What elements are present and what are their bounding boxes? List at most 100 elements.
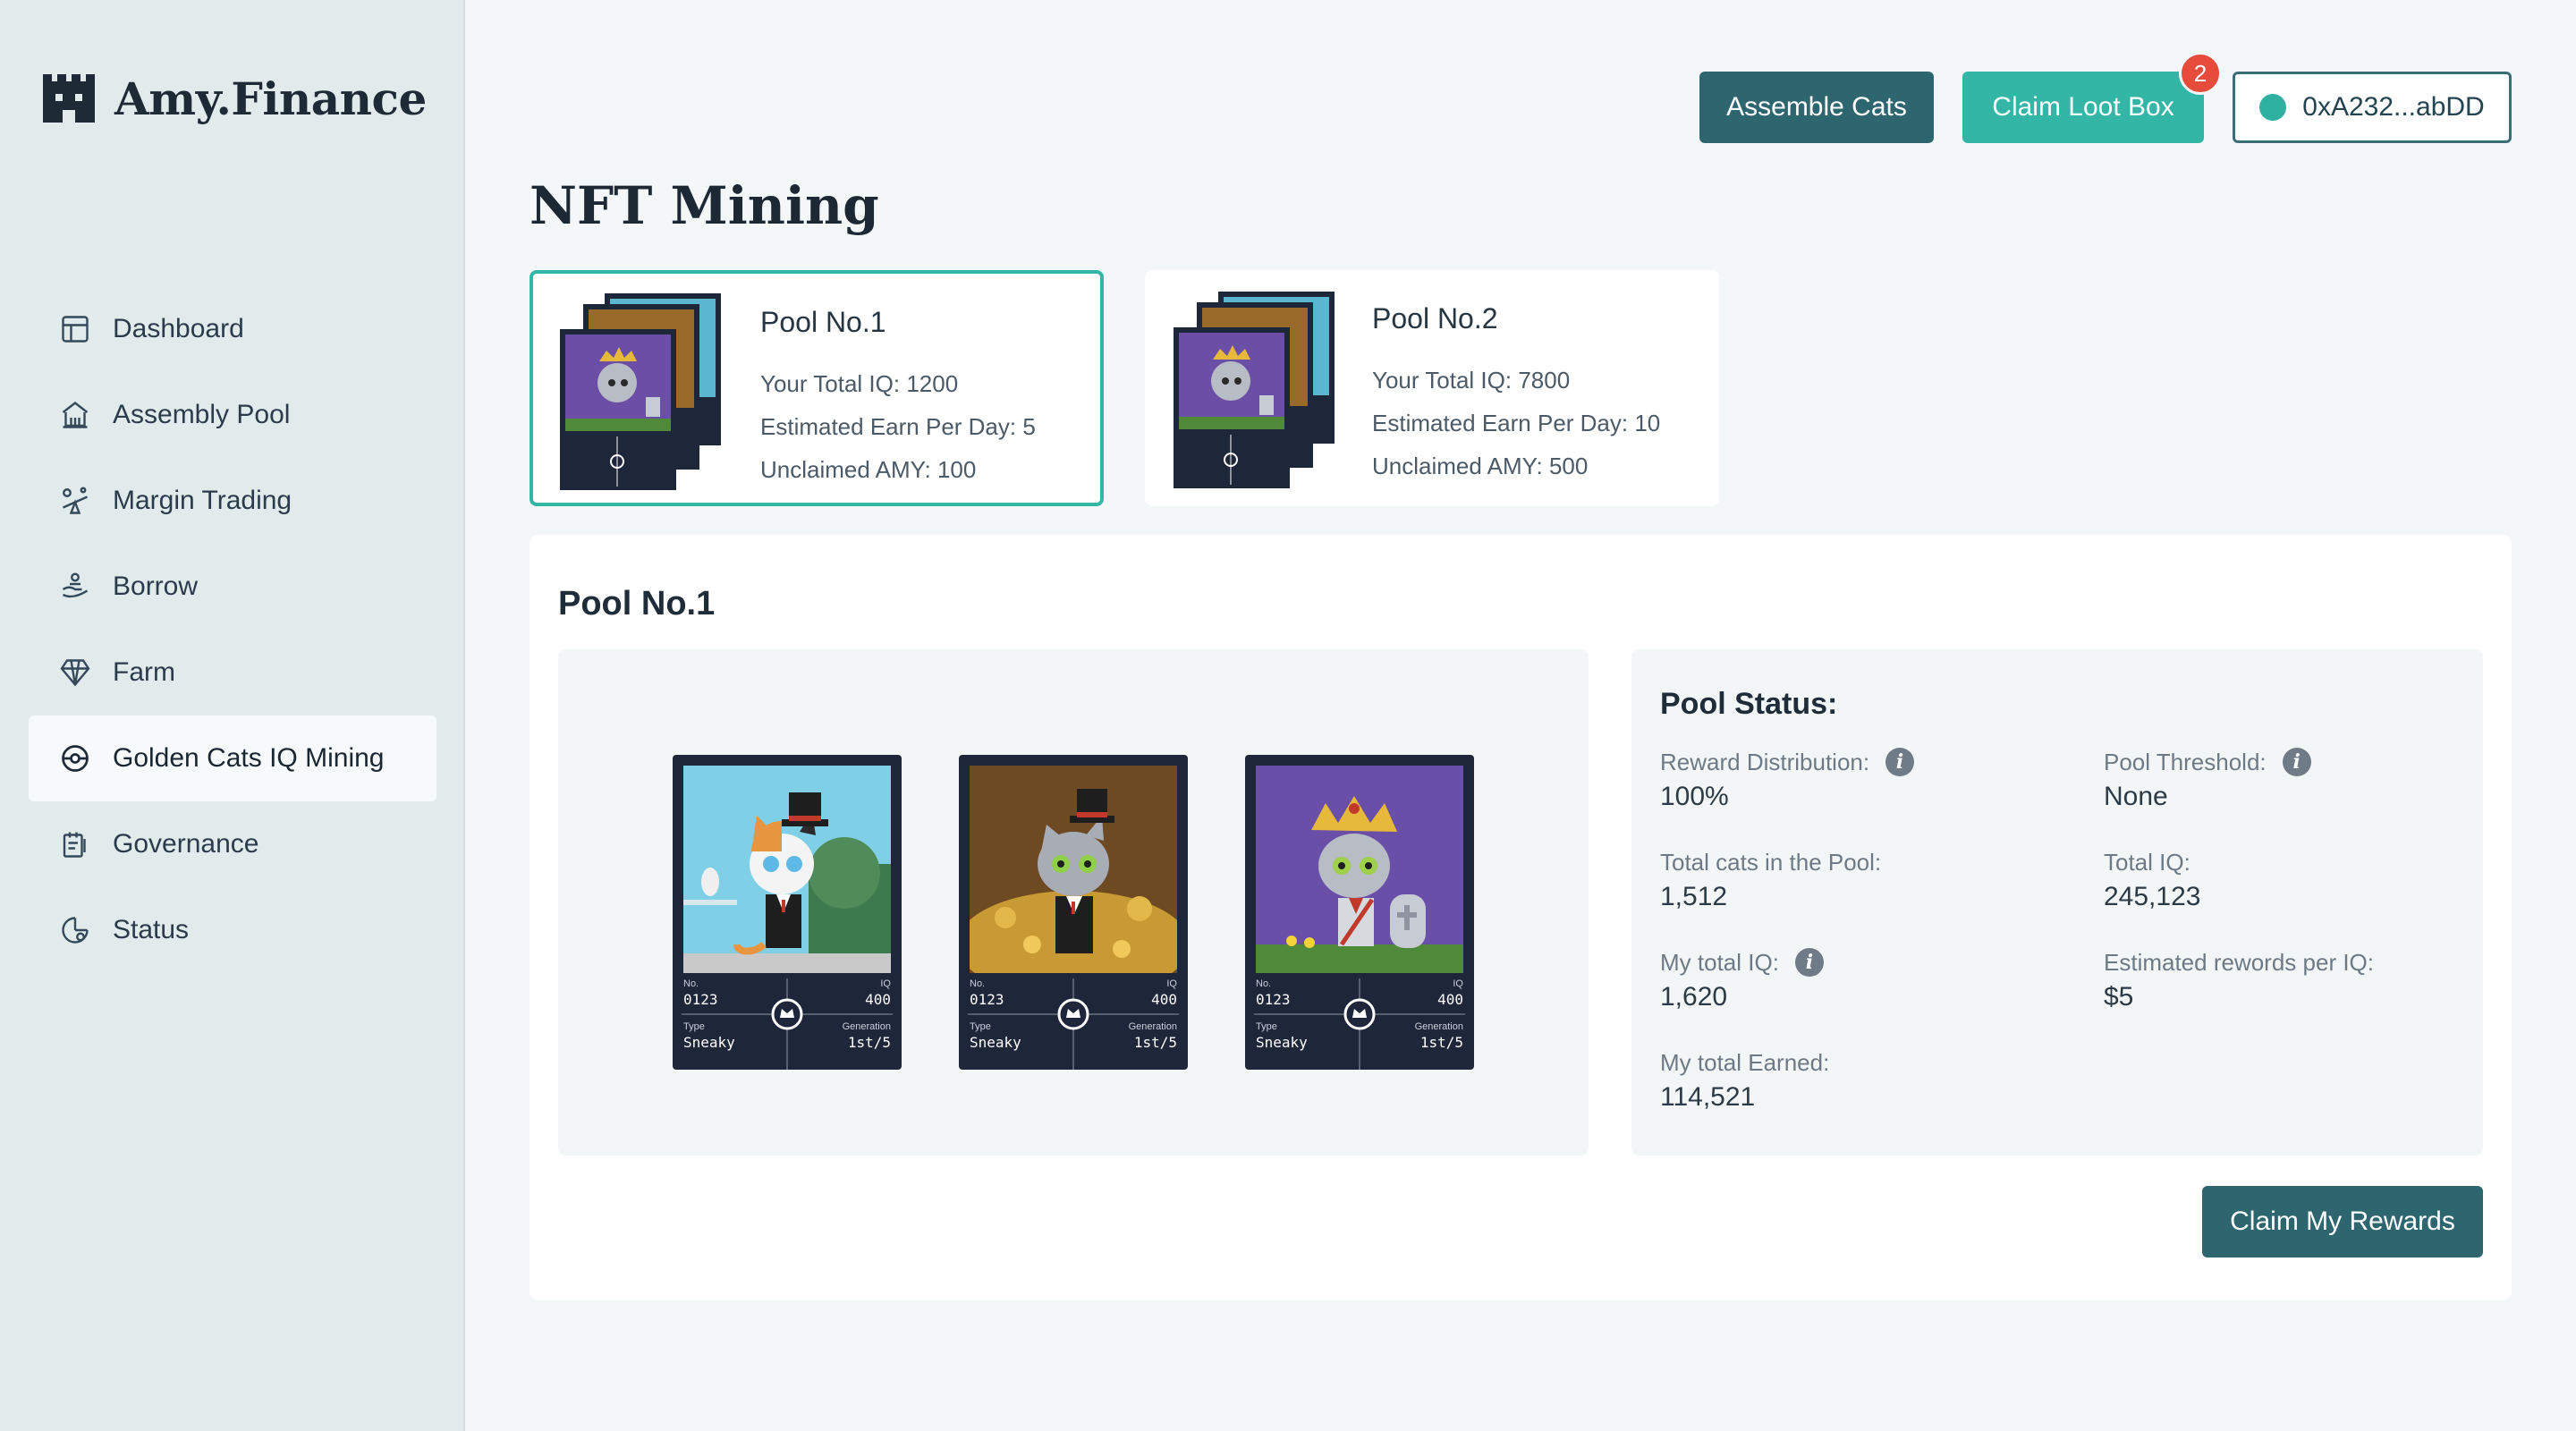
stat-value: 100% (1660, 782, 1729, 811)
castle-icon (43, 74, 95, 123)
sidebar-item-dashboard[interactable]: Dashboard (29, 286, 436, 372)
pool-info: Pool No.1 Your Total IQ: 1200 Estimated … (760, 306, 1036, 491)
nft-gen: 1st/5 (847, 1034, 891, 1051)
sidebar-item-label: Golden Cats IQ Mining (113, 743, 385, 773)
sidebar-item-governance[interactable]: Governance (29, 801, 436, 887)
nft-card[interactable]: No. 0123 IQ 400 Type Sneaky Generation 1… (673, 755, 902, 1070)
claim-loot-box-label: Claim Loot Box (1992, 92, 2174, 122)
pool-info: Pool No.2 Your Total IQ: 7800 Estimated … (1372, 302, 1660, 487)
cat-nft-image (683, 766, 891, 973)
wallet-status-dot (2259, 94, 2287, 121)
stat-label: My total Earned: (1660, 1048, 1830, 1076)
pool-card-2[interactable]: Pool No.2 Your Total IQ: 7800 Estimated … (1145, 270, 1719, 506)
pool-status-box: Pool Status: Reward Distribution: i 100% … (1631, 649, 2483, 1156)
wallet-address: 0xA232...abDD (2302, 92, 2485, 122)
pool-name: Pool No.1 (760, 306, 886, 338)
stat-my-total-earned: My total Earned: 114,521 (1660, 1046, 1829, 1113)
dashboard-icon (62, 316, 89, 343)
pool-unclaimed: Unclaimed AMY: 100 (760, 456, 977, 483)
nft-card[interactable]: No. 0123 IQ 400 Type Sneaky Generation 1… (1245, 755, 1474, 1070)
nft-stack-thumbnail (560, 293, 721, 490)
info-icon[interactable]: i (1885, 748, 1915, 776)
sidebar-item-label: Borrow (113, 572, 199, 601)
sidebar-item-label: Governance (113, 829, 259, 859)
assemble-cats-button[interactable]: Assemble Cats (1699, 72, 1934, 143)
pool-total-iq: Your Total IQ: 1200 (760, 370, 959, 397)
nft-card[interactable]: No. 0123 IQ 400 Type Sneaky Generation 1… (959, 755, 1188, 1070)
stat-value: 1,620 (1660, 982, 1728, 1012)
stat-reward-distribution: Reward Distribution: i 100% (1660, 746, 1915, 812)
sidebar-item-golden-cats-iq-mining[interactable]: Golden Cats IQ Mining (29, 716, 436, 801)
nft-no: 0123 (1256, 991, 1291, 1008)
pool-name: Pool No.2 (1372, 302, 1498, 334)
nft-iq-label: IQ (880, 978, 891, 989)
pool-earn-per-day: Estimated Earn Per Day: 5 (760, 413, 1036, 440)
sidebar-nav: Dashboard Assembly Pool Margin Trading B… (29, 286, 436, 973)
stat-total-iq: Total IQ: 245,123 (2104, 846, 2200, 912)
status-icon (62, 917, 89, 944)
nft-no: 0123 (683, 991, 718, 1008)
wallet-button[interactable]: 0xA232...abDD (2233, 72, 2512, 143)
stat-label: Pool Threshold: (2104, 748, 2267, 775)
sidebar-item-assembly-pool[interactable]: Assembly Pool (29, 372, 436, 458)
sidebar-item-borrow[interactable]: Borrow (29, 544, 436, 630)
stat-label: My total IQ: (1660, 948, 1779, 976)
nft-iq-label: IQ (1166, 978, 1177, 989)
nft-gen: 1st/5 (1133, 1034, 1177, 1051)
logo[interactable]: Amy.Finance (41, 70, 427, 127)
hand-coins-icon (62, 572, 89, 598)
bank-icon (62, 401, 89, 428)
pool-total-iq: Your Total IQ: 7800 (1372, 367, 1571, 394)
cat-nft-image (1256, 766, 1463, 973)
sidebar-item-farm[interactable]: Farm (29, 630, 436, 716)
nft-no-label: No. (970, 978, 986, 989)
nft-iq: 400 (865, 991, 891, 1008)
nft-card-footer: No. 0123 IQ 400 Type Sneaky Generation 1… (959, 978, 1188, 1070)
nft-type: Sneaky (683, 1034, 735, 1051)
sidebar-item-label: Margin Trading (113, 486, 292, 515)
nft-card-footer: No. 0123 IQ 400 Type Sneaky Generation 1… (673, 978, 902, 1070)
nft-no: 0123 (970, 991, 1004, 1008)
stat-value: 245,123 (2104, 882, 2201, 911)
info-icon[interactable]: i (2282, 748, 2311, 776)
pool-detail-panel: Pool No.1 No. 0123 IQ 400 Type Sneaky Ge… (530, 535, 2512, 1300)
pool-earn-per-day: Estimated Earn Per Day: 10 (1372, 410, 1661, 436)
sidebar: Amy.Finance Dashboard Assembly Pool Marg… (0, 0, 465, 1431)
nft-type-label: Type (1256, 1021, 1277, 1032)
info-icon[interactable]: i (1794, 948, 1824, 977)
pool-card-1[interactable]: Pool No.1 Your Total IQ: 1200 Estimated … (530, 270, 1104, 506)
stat-estimated-rewards: Estimated rewords per IQ: $5 (2104, 946, 2374, 1012)
stat-value: None (2104, 782, 2168, 811)
stat-label: Total IQ: (2104, 848, 2190, 876)
stat-value: 1,512 (1660, 882, 1728, 911)
stat-value: $5 (2104, 982, 2134, 1012)
claim-rewards-button[interactable]: Claim My Rewards (2202, 1186, 2483, 1257)
governance-icon (63, 832, 86, 858)
stat-my-total-iq: My total IQ: i 1,620 (1660, 946, 1824, 1012)
sidebar-item-label: Dashboard (113, 314, 244, 343)
sidebar-item-status[interactable]: Status (29, 887, 436, 973)
claim-loot-box-button[interactable]: Claim Loot Box 2 (1962, 52, 2222, 143)
sidebar-item-label: Status (113, 915, 190, 944)
pool-unclaimed: Unclaimed AMY: 500 (1372, 453, 1589, 479)
notification-badge: 2 (2179, 52, 2222, 95)
stat-label: Estimated rewords per IQ: (2104, 948, 2374, 976)
nft-type-label: Type (970, 1021, 991, 1032)
nft-type: Sneaky (970, 1034, 1021, 1051)
stat-value: 114,521 (1660, 1082, 1756, 1112)
nft-gen-label: Generation (1414, 1021, 1463, 1032)
panel-title: Pool No.1 (558, 585, 716, 622)
nft-cards-area: No. 0123 IQ 400 Type Sneaky Generation 1… (558, 649, 1589, 1156)
sidebar-item-margin-trading[interactable]: Margin Trading (29, 458, 436, 544)
nft-gen: 1st/5 (1419, 1034, 1463, 1051)
stat-label: Reward Distribution: (1660, 748, 1870, 775)
nft-gen-label: Generation (842, 1021, 891, 1032)
nft-gen-label: Generation (1128, 1021, 1177, 1032)
nft-iq: 400 (1437, 991, 1463, 1008)
nft-stack-thumbnail (1174, 292, 1335, 488)
nft-type: Sneaky (1256, 1034, 1308, 1051)
nft-type-label: Type (683, 1021, 705, 1032)
diamond-icon (60, 659, 90, 687)
stat-pool-threshold: Pool Threshold: i None (2104, 746, 2311, 812)
page-title: NFT Mining (530, 175, 879, 236)
